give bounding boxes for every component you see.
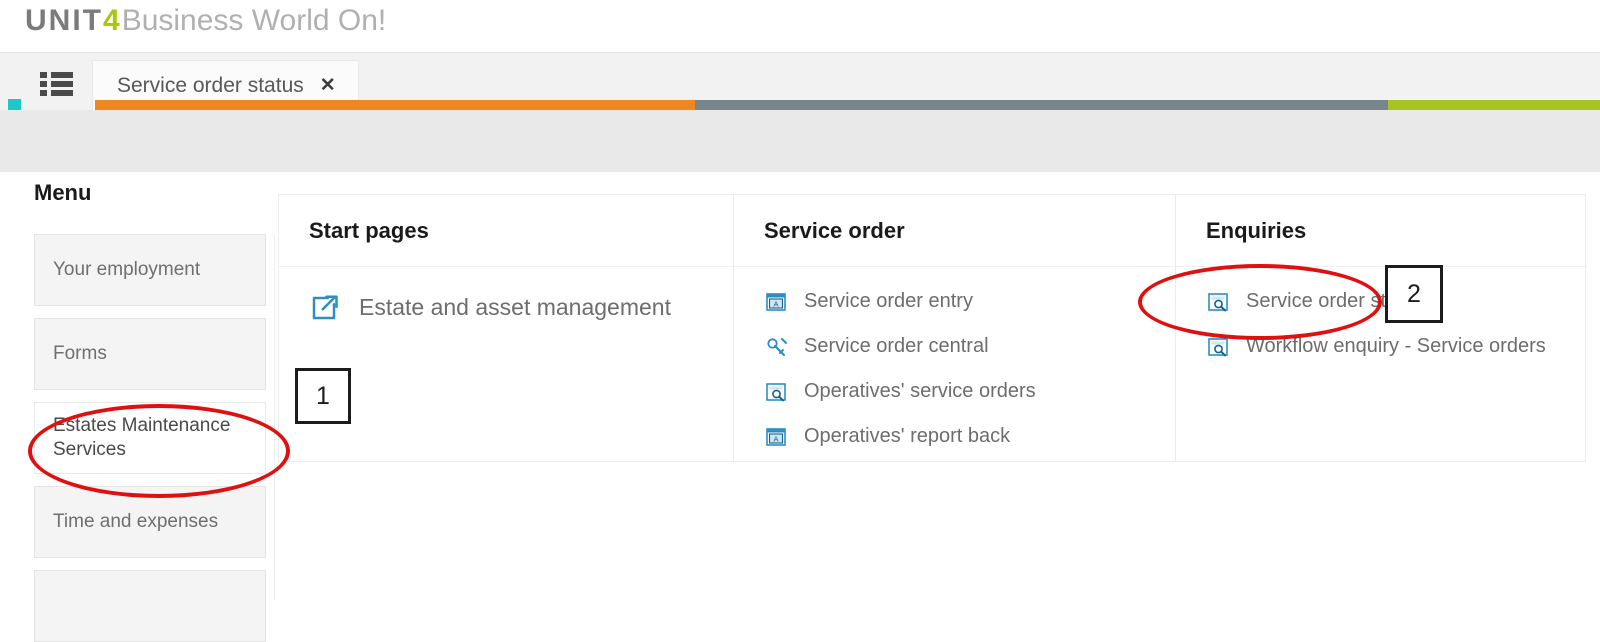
accent-color-bar [0,100,1600,110]
external-link-icon [309,293,339,323]
menu-link-label: Estate and asset management [359,294,671,321]
sidebar-item[interactable]: Estates Maintenance Services [34,402,266,474]
sidebar-item[interactable]: Forms [34,318,266,390]
brand-logo-four: 4 [103,4,122,37]
accent-bar-segment [1388,100,1600,110]
brand-logo-unit: UNIT [25,4,103,37]
toolbar-band [0,110,1600,172]
sidebar-item[interactable]: Your employment [34,234,266,306]
form-window-icon: A [764,290,788,314]
menu-grid-icon[interactable] [40,69,74,99]
menu-link[interactable]: A Service order entry [734,279,1175,324]
menu-column-header: Enquiries [1176,195,1587,267]
brand-header: UNIT4Business World On! [0,0,1600,52]
annotation-callout-box: 2 [1385,265,1443,323]
svg-text:A: A [773,299,778,308]
menu-link[interactable]: Estate and asset management [279,285,733,330]
menu-link[interactable]: Operatives' service orders [734,369,1175,414]
brand-logo: UNIT4Business World On! [25,4,386,38]
menu-column-items: Service order status Workflow enquiry - S… [1176,267,1587,369]
menu-column-header: Service order [734,195,1175,267]
sidebar-item-label: Your employment [53,258,200,282]
menu-link[interactable]: Service order central [734,324,1175,369]
menu-column-header: Start pages [279,195,733,267]
tab-label: Service order status [117,74,304,98]
enquiry-search-icon [1206,335,1230,359]
sidebar-item-label: Forms [53,342,107,366]
key-icon [764,335,788,359]
svg-text:A: A [773,434,778,443]
menu-link-label: Operatives' report back [804,425,1010,448]
brand-logo-product: Business World On! [122,4,387,37]
menu-column: Service order A Service order entry Service… [733,195,1175,461]
menu-link-label: Operatives' service orders [804,380,1036,403]
annotation-callout-box: 1 [295,368,351,424]
menu-column-header-label: Start pages [309,218,429,244]
accent-bar-segment [695,100,1388,110]
sidebar-item[interactable] [34,570,266,642]
menu-link[interactable]: Workflow enquiry - Service orders [1176,324,1587,369]
close-icon[interactable]: ✕ [320,74,336,97]
menu-column-items: A Service order entry Service order centra… [734,267,1175,459]
menu-column-header-label: Enquiries [1206,218,1306,244]
menu-column-items: Estate and asset management [279,267,733,330]
menu-link-label: Workflow enquiry - Service orders [1246,335,1546,358]
menu-link[interactable]: Service order status [1176,279,1587,324]
menu-panel: Start pages Estate and asset management Se… [278,194,1586,462]
menu-link-label: Service order entry [804,290,973,313]
accent-bar-segment [95,100,695,110]
menu-link[interactable]: A Operatives' report back [734,414,1175,459]
page-body: Menu Your employment Forms Estates Mainten… [20,172,1600,600]
sidebar-item[interactable]: Time and expenses [34,486,266,558]
enquiry-search-icon [764,380,788,404]
menu-link-label: Service order central [804,335,989,358]
menu-column-header-label: Service order [764,218,905,244]
enquiry-search-icon [1206,290,1230,314]
form-window-icon: A [764,425,788,449]
sidebar-item-label: Time and expenses [53,510,218,534]
sidebar-item-label: Estates Maintenance Services [53,414,233,462]
sidebar: Your employment Forms Estates Maintenance … [34,234,275,600]
menu-column: Enquiries Service order status Workflow en… [1175,195,1587,461]
page-title: Menu [34,180,91,206]
